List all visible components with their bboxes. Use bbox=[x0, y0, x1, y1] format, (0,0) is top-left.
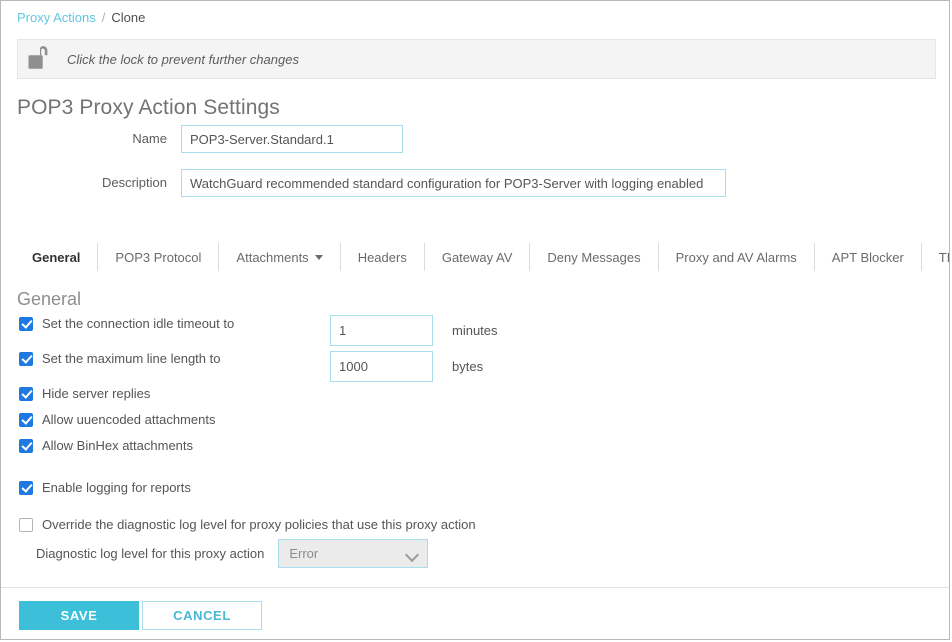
name-input[interactable] bbox=[181, 125, 403, 153]
tab-attachments[interactable]: Attachments bbox=[219, 243, 340, 271]
option-allow-binhex-label: Allow BinHex attachments bbox=[42, 438, 193, 453]
option-override-diagnostic-log-label: Override the diagnostic log level for pr… bbox=[42, 517, 476, 532]
footer-bar: SAVE CANCEL bbox=[1, 587, 950, 640]
lock-banner-text: Click the lock to prevent further change… bbox=[67, 52, 299, 67]
tab-deny-messages[interactable]: Deny Messages bbox=[530, 243, 658, 271]
lock-banner[interactable]: Click the lock to prevent further change… bbox=[17, 39, 936, 79]
tab-gateway-av[interactable]: Gateway AV bbox=[425, 243, 531, 271]
option-idle-timeout-label: Set the connection idle timeout to bbox=[42, 316, 234, 331]
save-button[interactable]: SAVE bbox=[19, 601, 139, 630]
tab-label: General bbox=[32, 250, 80, 265]
tab-apt-blocker[interactable]: APT Blocker bbox=[815, 243, 922, 271]
tab-label: Gateway AV bbox=[442, 250, 513, 265]
tab-label: APT Blocker bbox=[832, 250, 904, 265]
tab-label: Proxy and AV Alarms bbox=[676, 250, 797, 265]
tab-bar: General POP3 Protocol Attachments Headers Ga… bbox=[15, 243, 950, 275]
description-input[interactable] bbox=[181, 169, 726, 197]
checkbox-hide-server-replies[interactable] bbox=[19, 387, 33, 401]
tab-label: Attachments bbox=[236, 250, 308, 265]
cancel-button[interactable]: CANCEL bbox=[142, 601, 262, 630]
option-hide-server-replies: Hide server replies bbox=[19, 386, 150, 401]
name-field-row: Name bbox=[1, 125, 403, 153]
caret-down-icon bbox=[315, 255, 323, 260]
tab-label: TLS bbox=[939, 250, 950, 265]
section-title-general: General bbox=[17, 289, 81, 310]
tab-general[interactable]: General bbox=[15, 243, 98, 271]
tab-label: POP3 Protocol bbox=[115, 250, 201, 265]
tab-pop3-protocol[interactable]: POP3 Protocol bbox=[98, 243, 219, 271]
checkbox-idle-timeout[interactable] bbox=[19, 317, 33, 331]
checkbox-allow-binhex[interactable] bbox=[19, 439, 33, 453]
option-allow-uuencoded-label: Allow uuencoded attachments bbox=[42, 412, 215, 427]
page-title: POP3 Proxy Action Settings bbox=[17, 96, 280, 120]
breadcrumb-current-clone: Clone bbox=[111, 10, 145, 25]
checkbox-enable-logging[interactable] bbox=[19, 481, 33, 495]
option-hide-server-replies-label: Hide server replies bbox=[42, 386, 150, 401]
idle-timeout-value-row: minutes bbox=[330, 315, 498, 346]
breadcrumb: Proxy Actions / Clone bbox=[17, 10, 145, 26]
option-allow-binhex: Allow BinHex attachments bbox=[19, 438, 193, 453]
max-line-length-unit: bytes bbox=[452, 359, 483, 374]
diagnostic-log-level-select-wrap: Error bbox=[278, 539, 428, 568]
option-max-line-length: Set the maximum line length to bbox=[19, 351, 220, 366]
description-field-row: Description bbox=[1, 169, 726, 197]
max-line-value-row: bytes bbox=[330, 351, 483, 382]
tab-headers[interactable]: Headers bbox=[341, 243, 425, 271]
tab-label: Deny Messages bbox=[547, 250, 640, 265]
option-allow-uuencoded: Allow uuencoded attachments bbox=[19, 412, 215, 427]
checkbox-max-line-length[interactable] bbox=[19, 352, 33, 366]
option-override-diagnostic-log: Override the diagnostic log level for pr… bbox=[19, 517, 476, 532]
option-enable-logging: Enable logging for reports bbox=[19, 480, 191, 495]
checkbox-allow-uuencoded[interactable] bbox=[19, 413, 33, 427]
breadcrumb-link-proxy-actions[interactable]: Proxy Actions bbox=[17, 10, 96, 25]
checkbox-override-diagnostic-log[interactable] bbox=[19, 518, 33, 532]
option-idle-timeout: Set the connection idle timeout to bbox=[19, 316, 234, 331]
option-max-line-length-label: Set the maximum line length to bbox=[42, 351, 220, 366]
name-label: Name bbox=[1, 125, 181, 153]
tab-proxy-and-av-alarms[interactable]: Proxy and AV Alarms bbox=[659, 243, 815, 271]
diagnostic-log-level-row: Diagnostic log level for this proxy acti… bbox=[36, 539, 428, 568]
max-line-length-input[interactable] bbox=[330, 351, 433, 382]
proxy-action-settings-page: Proxy Actions / Clone Click the lock to pr… bbox=[0, 0, 950, 640]
description-label: Description bbox=[1, 169, 181, 197]
idle-timeout-input[interactable] bbox=[330, 315, 433, 346]
unlocked-padlock-icon[interactable] bbox=[27, 46, 57, 72]
tab-tls[interactable]: TLS bbox=[922, 243, 950, 271]
option-enable-logging-label: Enable logging for reports bbox=[42, 480, 191, 495]
diagnostic-log-level-label: Diagnostic log level for this proxy acti… bbox=[36, 546, 264, 561]
diagnostic-log-level-select[interactable]: Error bbox=[278, 539, 428, 568]
breadcrumb-separator: / bbox=[102, 10, 106, 25]
tab-label: Headers bbox=[358, 250, 407, 265]
idle-timeout-unit: minutes bbox=[452, 323, 498, 338]
